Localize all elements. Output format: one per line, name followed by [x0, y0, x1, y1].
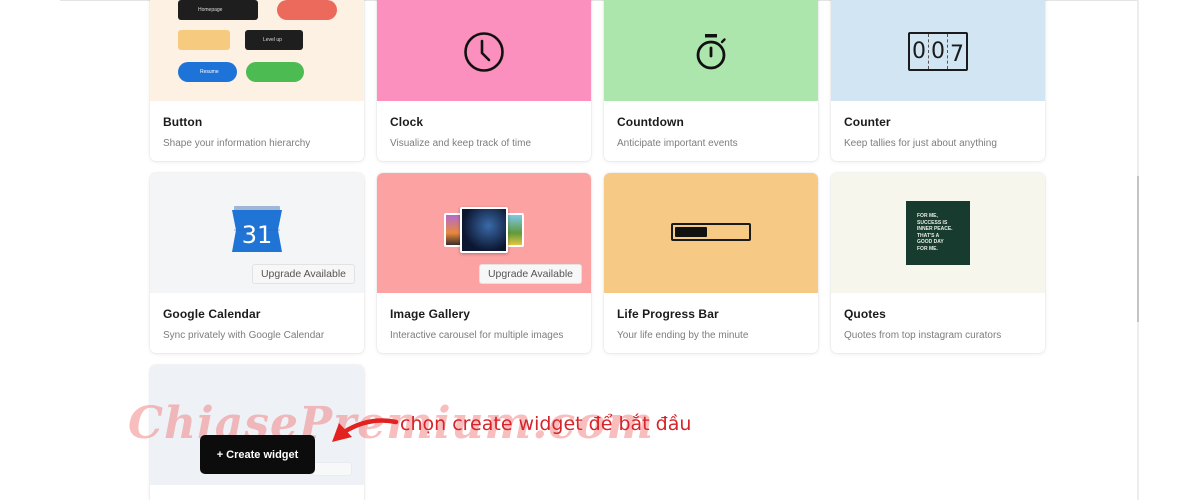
calendar-icon: 31: [232, 206, 282, 252]
widget-title: Image Gallery: [390, 307, 471, 321]
progress-bar-icon: [671, 222, 751, 241]
widget-card-google-calendar[interactable]: 31 Upgrade Available Google Calendar Syn…: [150, 173, 364, 353]
buttons-preview-icon: Homepage Level up Resume: [150, 0, 364, 101]
preview-yellow-button: [178, 30, 230, 50]
quote-icon: FOR ME, SUCCESS IS INNER PEACE. THAT'S A GOO…: [906, 201, 970, 265]
progress-bar-fill: [675, 226, 708, 237]
widget-description: Visualize and keep track of time: [390, 138, 532, 149]
widget-description: Shape your information hierarchy: [163, 138, 311, 149]
widget-description: Anticipate important events: [617, 138, 738, 149]
stopwatch-icon: [696, 33, 726, 69]
widget-description: Interactive carousel for multiple images: [390, 330, 564, 341]
widget-description: Your life ending by the minute: [617, 330, 749, 341]
widget-title: Life Progress Bar: [617, 307, 719, 321]
scrollbar-thumb[interactable]: [1137, 176, 1139, 322]
upgrade-badge[interactable]: Upgrade Available: [251, 264, 355, 284]
widget-description: Quotes from top instagram curators: [844, 330, 1002, 341]
widget-card-quotes[interactable]: FOR ME, SUCCESS IS INNER PEACE. THAT'S A GOO…: [831, 173, 1045, 353]
widget-card-life-progress-bar[interactable]: Life Progress Bar Your life ending by th…: [604, 173, 818, 353]
annotation-arrow-icon: [332, 418, 399, 442]
widget-title: Quotes: [844, 307, 886, 321]
counter-icon: 0 0 7: [908, 32, 968, 71]
placeholder-badge: [312, 462, 352, 476]
widget-card-button[interactable]: Homepage Level up Resume Button Shape yo…: [150, 0, 364, 161]
widget-title: Countdown: [617, 115, 684, 129]
widget-title: Button: [163, 115, 203, 129]
gallery-icon: [444, 207, 524, 253]
widget-description: Keep tallies for just about anything: [844, 138, 997, 149]
preview-green-button: [246, 62, 304, 82]
upgrade-badge[interactable]: Upgrade Available: [478, 264, 582, 284]
widget-description: Sync privately with Google Calendar: [163, 330, 325, 341]
preview-red-button: [277, 0, 337, 20]
preview-levelup-button: Level up: [245, 30, 303, 50]
widget-title: Counter: [844, 115, 891, 129]
quote-line: FOR ME.: [917, 245, 938, 252]
create-widget-button[interactable]: + Create widget: [200, 435, 315, 474]
annotation-text: chọn create widget để bắt đầu: [400, 413, 692, 435]
clock-icon: [464, 31, 504, 72]
widget-title: Google Calendar: [163, 307, 261, 321]
widget-title: Clock: [390, 115, 424, 129]
widget-card-counter[interactable]: 0 0 7 Counter Keep tallies for just abou…: [831, 0, 1045, 161]
preview-resume-button: Resume: [178, 62, 237, 82]
widget-card-clock[interactable]: Clock Visualize and keep track of time: [377, 0, 591, 161]
widget-card-image-gallery[interactable]: Upgrade Available Image Gallery Interact…: [377, 173, 591, 353]
widget-card-countdown[interactable]: Countdown Anticipate important events: [604, 0, 818, 161]
svg-text:31: 31: [242, 221, 273, 249]
preview-homepage-button: Homepage: [178, 0, 258, 20]
